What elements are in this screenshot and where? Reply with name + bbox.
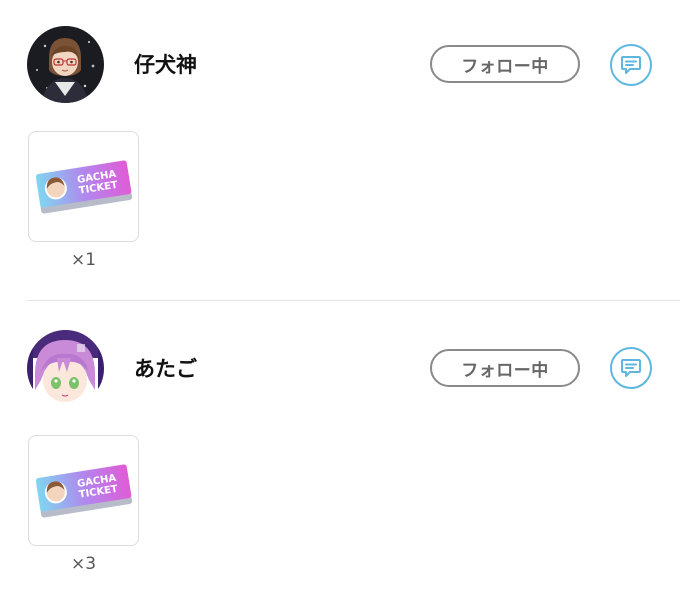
following-button[interactable]: フォロー中: [430, 349, 580, 387]
following-button[interactable]: フォロー中: [430, 45, 580, 83]
gift-quantity: ×1: [70, 250, 97, 270]
gacha-ticket-icon: GACHA TICKET: [35, 463, 132, 518]
gift-item-card[interactable]: GACHA TICKET: [28, 435, 139, 546]
username[interactable]: あたご: [134, 355, 197, 383]
chat-bubble-icon: [621, 359, 641, 377]
message-button[interactable]: [610, 44, 652, 86]
chat-bubble-icon: [621, 56, 641, 74]
gift-quantity: ×3: [70, 554, 97, 574]
gift-item-card[interactable]: GACHA TICKET: [28, 131, 139, 242]
avatar[interactable]: [27, 330, 104, 407]
divider: [27, 300, 680, 301]
gacha-ticket-icon: GACHA TICKET: [35, 159, 132, 214]
message-button[interactable]: [610, 347, 652, 389]
username[interactable]: 仔犬神: [134, 51, 197, 79]
avatar[interactable]: [27, 26, 104, 103]
